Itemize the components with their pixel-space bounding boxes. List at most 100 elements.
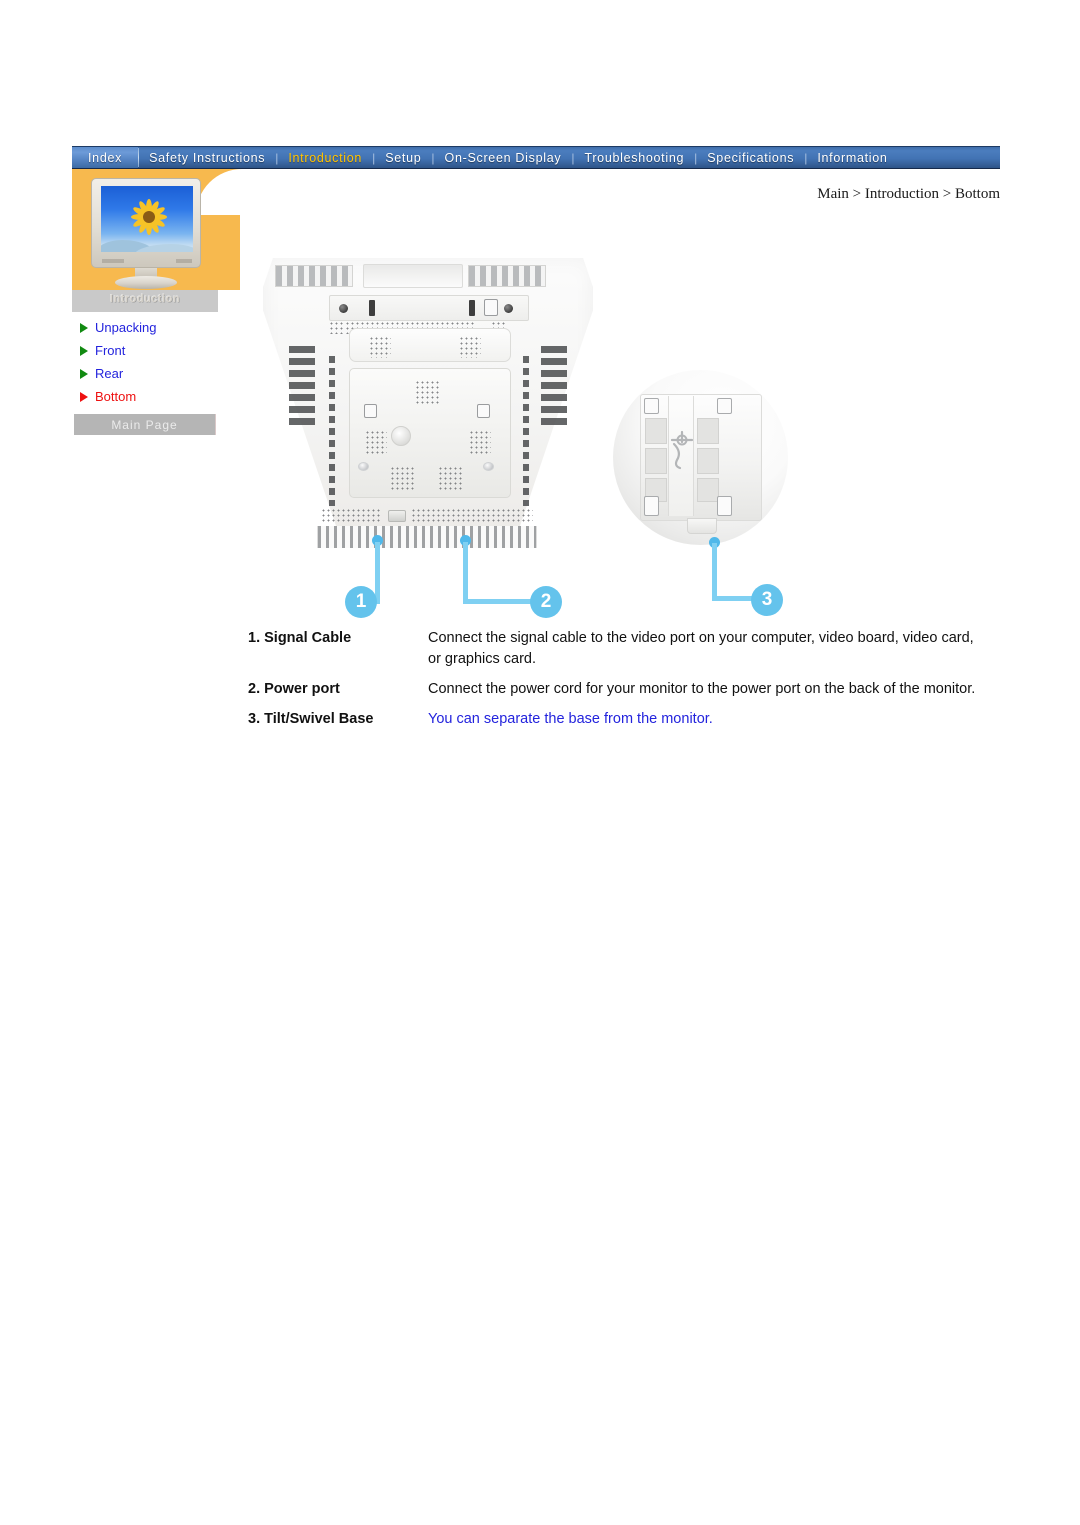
top-vent-right: [468, 265, 546, 287]
callout-number: 3: [761, 589, 773, 610]
monitor-bottom-illustration: [263, 258, 593, 548]
sidebar-item-label: Bottom: [95, 389, 137, 404]
sidebar-menu: Unpacking Front Rear Bottom: [80, 316, 240, 408]
callout-3-leader-vertical: [712, 543, 717, 601]
callout-number: 2: [540, 591, 552, 612]
swivel-clip-top-right: [717, 398, 732, 414]
nav-item-introduction[interactable]: Introduction: [278, 147, 372, 168]
sidebar-item-label: Rear: [95, 366, 124, 381]
description-definition-link[interactable]: You can separate the base from the monit…: [428, 709, 988, 730]
monitor-brand-mark-left: [102, 259, 124, 263]
swivel-rib-r2: [697, 448, 719, 474]
center-dots-right: [469, 430, 491, 456]
sidebar-item-label: Unpacking: [95, 320, 157, 335]
callout-2-badge: 2: [530, 586, 562, 618]
main-page-button-label: Main Page: [111, 417, 178, 432]
top-navigation-bar: Index Safety Instructions | Introduction…: [72, 146, 1000, 169]
nav-item-label: Introduction: [288, 150, 363, 165]
callout-number: 1: [355, 591, 367, 612]
sidebar-section-label: Introduction: [109, 293, 181, 305]
center-dial: [391, 426, 411, 446]
description-term: 3. Tilt/Swivel Base: [248, 711, 374, 728]
center-tab-left: [364, 404, 377, 418]
swivel-rib-r1: [697, 418, 719, 444]
bottom-dots-left: [321, 508, 381, 524]
vent-dots-upper-left: [329, 321, 343, 334]
monitor-thumbnail-image: [88, 178, 207, 290]
rivet-right: [483, 462, 494, 471]
description-definition: Connect the power cord for your monitor …: [428, 681, 976, 698]
swivel-rib-l1: [645, 418, 667, 444]
tilt-swivel-base-illustration: [613, 370, 803, 545]
screw-right: [504, 304, 513, 313]
swivel-foot: [687, 518, 717, 534]
center-tab-right: [477, 404, 490, 418]
swivel-clip-bottom-right: [717, 496, 732, 516]
nav-item-on-screen-display[interactable]: On-Screen Display: [435, 147, 572, 168]
nav-item-index[interactable]: Index: [72, 147, 139, 168]
callout-2-leader-horizontal: [463, 599, 542, 604]
triangle-bullet-icon: [80, 391, 88, 402]
screw-left: [339, 304, 348, 313]
bottom-grille: [317, 526, 537, 548]
sidebar-section-band: Introduction: [72, 290, 218, 312]
callout-1-leader-horizontal: [362, 599, 380, 604]
center-dots-top: [415, 380, 441, 406]
callout-2-leader-vertical: [463, 542, 468, 604]
nav-item-label: Information: [817, 150, 888, 165]
nav-item-label: Troubleshooting: [584, 150, 685, 165]
callout-1-badge: 1: [345, 586, 377, 618]
triangle-bullet-icon: [80, 345, 88, 356]
signal-port: [388, 510, 406, 522]
description-row-power-port: 2. Power port Connect the power cord for…: [248, 679, 988, 700]
nav-item-troubleshooting[interactable]: Troubleshooting: [574, 147, 694, 168]
main-page-button[interactable]: Main Page: [74, 414, 216, 435]
nav-item-setup[interactable]: Setup: [375, 147, 431, 168]
swivel-clip-bottom-left: [644, 496, 659, 516]
center-dots-left: [365, 430, 387, 456]
nav-item-label: On-Screen Display: [444, 150, 562, 165]
description-list: 1. Signal Cable Connect the signal cable…: [248, 628, 988, 739]
swivel-latch-icon: [670, 430, 694, 470]
breadcrumb: Main > Introduction > Bottom: [817, 186, 1000, 202]
top-center-lip: [363, 264, 463, 288]
inner-vent-left: [329, 356, 335, 506]
plate-slot-right: [469, 300, 475, 316]
swivel-rib-l2: [645, 448, 667, 474]
side-vent-right: [541, 346, 567, 430]
triangle-bullet-icon: [80, 368, 88, 379]
label-dots-right: [459, 336, 481, 358]
monitor-bottom-figure: 1 2 3: [255, 252, 815, 632]
monitor-stand-base: [115, 276, 177, 289]
sidebar-item-front[interactable]: Front: [80, 339, 240, 362]
connector-plate: [329, 295, 529, 321]
callout-3-leader-horizontal: [712, 596, 764, 601]
sidebar-item-label: Front: [95, 343, 126, 358]
nav-item-label: Setup: [385, 150, 422, 165]
triangle-bullet-icon: [80, 322, 88, 333]
sidebar-item-bottom[interactable]: Bottom: [80, 385, 240, 408]
description-definition: Connect the signal cable to the video po…: [428, 630, 974, 668]
sidebar-item-unpacking[interactable]: Unpacking: [80, 316, 240, 339]
callout-1-leader-vertical: [375, 542, 380, 604]
rivet-left: [358, 462, 369, 471]
nav-item-label: Specifications: [707, 150, 795, 165]
nav-item-specifications[interactable]: Specifications: [697, 147, 804, 168]
callout-3-badge: 3: [751, 584, 783, 616]
description-term: 2. Power port: [248, 681, 340, 698]
nav-item-label: Safety Instructions: [149, 150, 266, 165]
center-dots-bottom-right: [438, 466, 462, 490]
monitor-bezel: [91, 178, 201, 268]
bottom-dots-right: [411, 508, 533, 524]
nav-item-information[interactable]: Information: [807, 147, 897, 168]
side-vent-left: [289, 346, 315, 430]
plate-slot-left: [369, 300, 375, 316]
label-dots-left: [369, 336, 391, 358]
description-row-signal-cable: 1. Signal Cable Connect the signal cable…: [248, 628, 988, 670]
top-vent-left: [275, 265, 353, 287]
monitor-screen: [101, 186, 193, 252]
sidebar-item-rear[interactable]: Rear: [80, 362, 240, 385]
nav-item-safety-instructions[interactable]: Safety Instructions: [139, 147, 275, 168]
description-row-tilt-swivel-base: 3. Tilt/Swivel Base You can separate the…: [248, 709, 988, 730]
center-dots-bottom-left: [390, 466, 414, 490]
